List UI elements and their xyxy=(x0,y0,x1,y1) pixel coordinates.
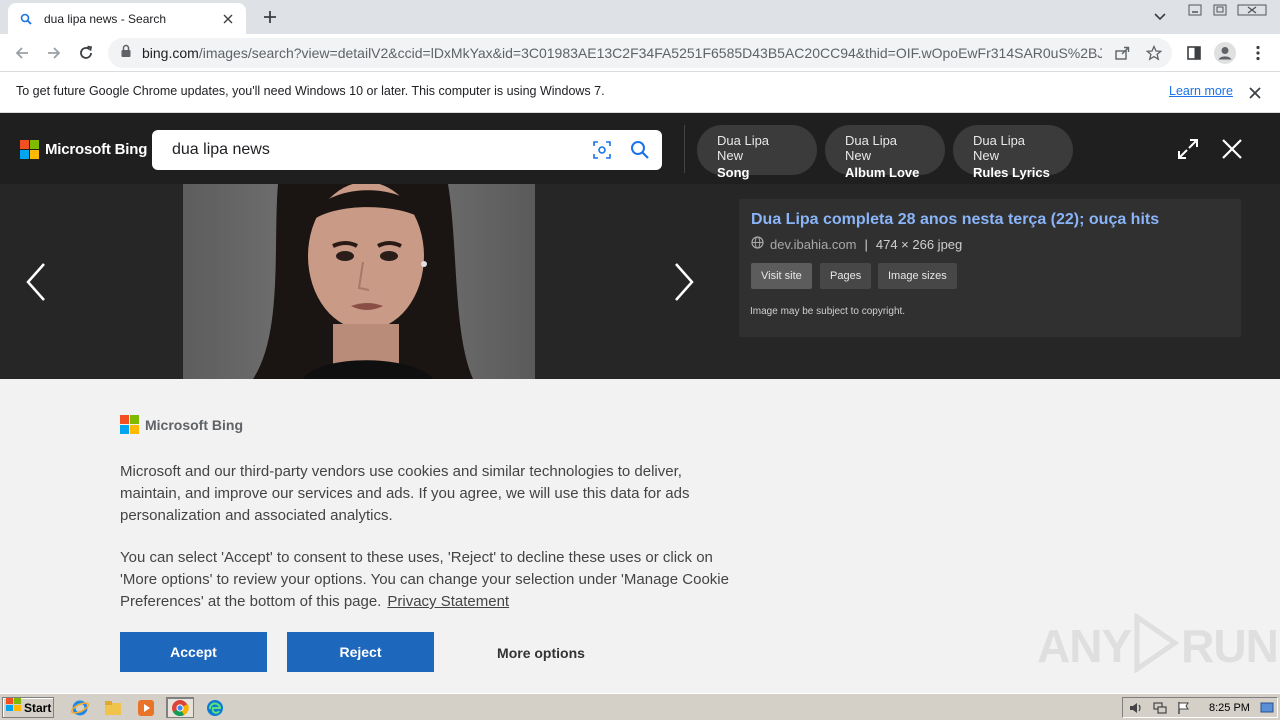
lock-icon[interactable] xyxy=(120,44,132,63)
chip-line1: Dua Lipa New xyxy=(717,133,770,163)
close-window-button[interactable] xyxy=(1234,2,1270,18)
bing-logo-text: Microsoft Bing xyxy=(45,141,148,158)
image-info-panel: Dua Lipa completa 28 anos nesta terça (2… xyxy=(739,199,1241,337)
star-icon[interactable] xyxy=(1142,41,1166,65)
minimize-window-button[interactable] xyxy=(1184,2,1206,18)
microsoft-logo-icon xyxy=(20,140,39,159)
image-sizes-button[interactable]: Image sizes xyxy=(878,263,957,289)
search-icon xyxy=(18,11,34,27)
search-box[interactable]: dua lipa news xyxy=(152,130,662,170)
chevron-left-icon[interactable] xyxy=(22,260,50,304)
restore-window-button[interactable] xyxy=(1209,2,1231,18)
file-explorer-icon[interactable] xyxy=(101,697,125,718)
share-icon[interactable] xyxy=(1110,41,1134,65)
microsoft-logo-icon xyxy=(120,415,139,434)
learn-more-link[interactable]: Learn more xyxy=(1169,84,1233,98)
back-button[interactable] xyxy=(10,41,34,65)
network-icon[interactable] xyxy=(1152,700,1168,716)
close-icon[interactable] xyxy=(1246,84,1264,102)
search-icon[interactable] xyxy=(628,138,652,162)
image-domain[interactable]: dev.ibahia.com xyxy=(770,237,856,252)
url-host: bing.com xyxy=(142,45,199,61)
internet-explorer-icon[interactable] xyxy=(68,697,92,718)
visual-search-icon[interactable] xyxy=(590,139,614,161)
preview-image[interactable] xyxy=(183,184,535,379)
update-infobar: To get future Google Chrome updates, you… xyxy=(0,72,1280,113)
visit-site-button[interactable]: Visit site xyxy=(751,263,812,289)
privacy-statement-link[interactable]: Privacy Statement xyxy=(387,593,509,610)
close-tab-icon[interactable] xyxy=(220,11,236,27)
edge-icon[interactable] xyxy=(203,697,227,718)
start-label: Start xyxy=(24,700,52,715)
chevron-down-icon[interactable] xyxy=(1150,8,1170,26)
flag-icon[interactable] xyxy=(1176,700,1192,716)
related-search-chip[interactable]: Dua Lipa New Song xyxy=(697,125,817,180)
consent-bing-logo: Microsoft Bing xyxy=(120,415,243,434)
copyright-notice: Image may be subject to copyright. xyxy=(750,306,906,317)
watermark-text-left: ANY xyxy=(1037,619,1132,672)
consent-paragraph: Microsoft and our third-party vendors us… xyxy=(120,463,690,524)
arrow-left-icon xyxy=(15,47,28,59)
close-icon[interactable] xyxy=(1220,137,1244,161)
anyrun-watermark: ANY RUN xyxy=(1037,612,1279,678)
show-desktop-icon[interactable] xyxy=(1259,700,1275,716)
volume-icon[interactable] xyxy=(1128,700,1144,716)
arrow-right-icon xyxy=(48,47,61,59)
image-dimensions: 474 × 266 jpeg xyxy=(875,236,963,252)
media-player-icon[interactable] xyxy=(134,697,158,718)
url-text: bing.com/images/search?view=detailV2&cci… xyxy=(142,45,1102,61)
chip-line1: Dua Lipa New xyxy=(973,133,1026,163)
kebab-menu-icon[interactable] xyxy=(1246,41,1270,65)
browser-tab[interactable]: dua lipa news - Search xyxy=(8,3,246,34)
accept-button[interactable]: Accept xyxy=(120,632,267,672)
consent-paragraph: You can select 'Accept' to consent to th… xyxy=(120,547,730,613)
url-path: /images/search?view=detailV2&ccid=lDxMkY… xyxy=(198,45,1102,61)
browser-title-bar: dua lipa news - Search xyxy=(0,0,1280,34)
chip-line1: Dua Lipa New xyxy=(845,133,898,163)
clock: 8:25 PM xyxy=(1209,702,1250,714)
side-panel-icon[interactable] xyxy=(1182,41,1206,65)
related-search-chip[interactable]: Dua Lipa New Rules Lyrics xyxy=(953,125,1073,180)
chip-line2: Album Love xyxy=(845,165,920,180)
tab-title: dua lipa news - Search xyxy=(44,11,167,26)
globe-icon xyxy=(751,236,764,252)
address-bar[interactable]: bing.com/images/search?view=detailV2&cci… xyxy=(108,38,1172,68)
browser-toolbar: bing.com/images/search?view=detailV2&cci… xyxy=(0,34,1280,72)
image-title-link[interactable]: Dua Lipa completa 28 anos nesta terça (2… xyxy=(751,211,1159,229)
windows-logo-icon xyxy=(6,698,22,717)
reject-button[interactable]: Reject xyxy=(287,632,434,672)
forward-button[interactable] xyxy=(42,41,66,65)
more-options-button[interactable]: More options xyxy=(470,645,612,661)
chevron-right-icon[interactable] xyxy=(670,260,698,304)
bing-header: Microsoft Bing dua lipa news Dua Lipa Ne… xyxy=(0,113,1280,184)
chip-line2: Rules Lyrics xyxy=(973,165,1050,180)
reload-button[interactable] xyxy=(74,41,98,65)
header-divider xyxy=(684,125,685,173)
image-meta: dev.ibahia.com | 474 × 266 jpeg xyxy=(751,236,962,252)
play-icon xyxy=(1131,612,1181,678)
image-viewer: Dua Lipa completa 28 anos nesta terça (2… xyxy=(0,184,1280,379)
pages-button[interactable]: Pages xyxy=(820,263,872,289)
infobar-message: To get future Google Chrome updates, you… xyxy=(16,84,605,98)
search-input[interactable]: dua lipa news xyxy=(172,141,270,159)
windows-taskbar: Start 8:25 PM xyxy=(0,693,1280,720)
cookie-consent-banner: Microsoft Bing Microsoft and our third-p… xyxy=(0,379,1280,693)
reload-icon xyxy=(80,45,93,59)
avatar-icon[interactable] xyxy=(1213,41,1237,65)
bing-logo[interactable]: Microsoft Bing xyxy=(20,140,147,159)
system-tray: 8:25 PM xyxy=(1122,697,1278,718)
watermark-text-right: RUN xyxy=(1181,619,1279,672)
related-search-chip[interactable]: Dua Lipa New Album Love xyxy=(825,125,945,180)
expand-icon[interactable] xyxy=(1176,137,1200,161)
start-button[interactable]: Start xyxy=(2,697,54,718)
chip-line2: Song xyxy=(717,165,750,180)
new-tab-button[interactable] xyxy=(258,6,282,28)
meta-separator: | xyxy=(864,236,868,252)
consent-logo-text: Microsoft Bing xyxy=(145,416,243,433)
chrome-icon[interactable] xyxy=(166,697,194,718)
